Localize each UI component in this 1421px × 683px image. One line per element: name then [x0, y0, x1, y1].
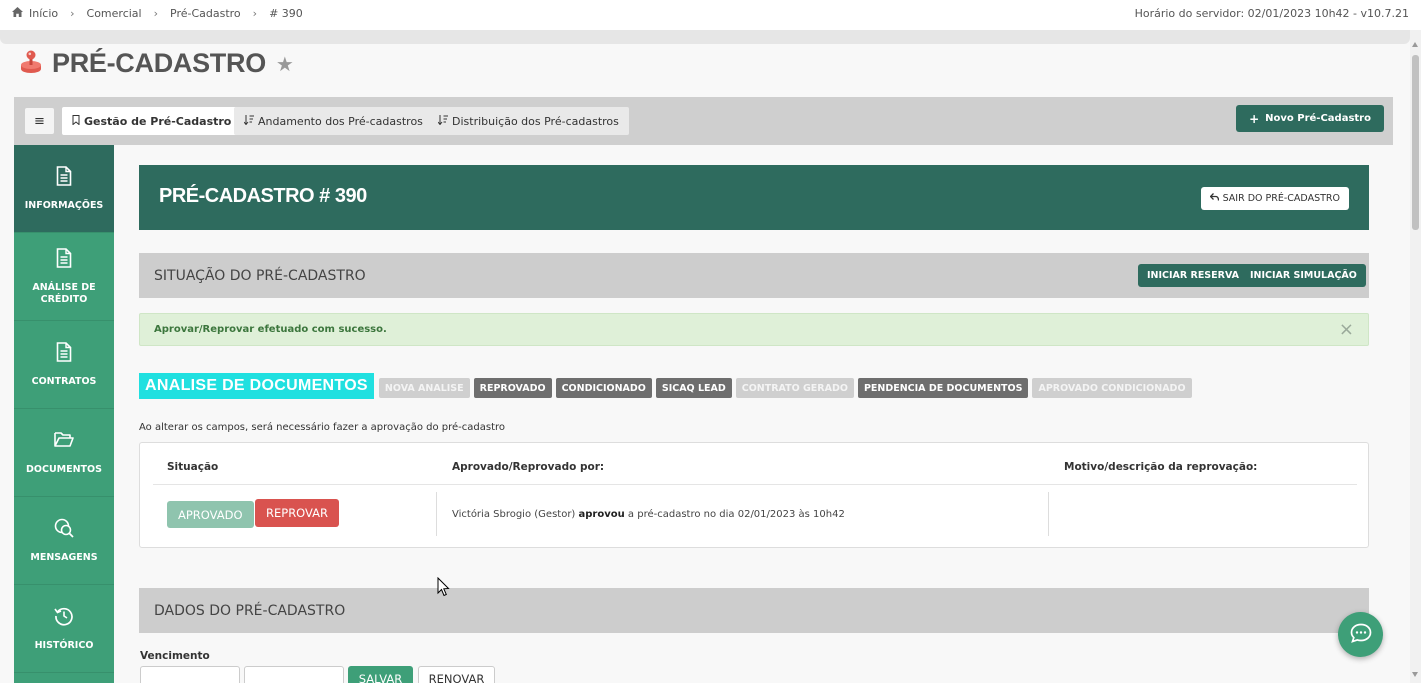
approval-table: Situação Aprovado/Reprovado por: Motivo/… [139, 442, 1369, 548]
alert-message: Aprovar/Reprovar efetuado com sucesso. [154, 324, 387, 335]
topbar-divider [0, 30, 1410, 44]
sidebar-item-mensagens[interactable]: MENSAGENS [14, 497, 114, 585]
status-title: SITUAÇÃO DO PRÉ-CADASTRO [154, 268, 366, 284]
plus-icon: + [1249, 111, 1260, 126]
top-bar: Início › Comercial › Pré-Cadastro › # 39… [0, 0, 1421, 30]
sort-icon [243, 114, 254, 128]
approved-button[interactable]: APROVADO [167, 501, 254, 528]
breadcrumb-pre-cadastro[interactable]: Pré-Cadastro [170, 7, 241, 20]
mouse-cursor-icon [437, 576, 450, 601]
sidebar-item-analise-credito[interactable]: ANÁLISE DE CRÉDITO [14, 233, 114, 321]
chip-pendencia-documentos[interactable]: PENDENCIA DE DOCUMENTOS [857, 378, 1029, 398]
star-icon[interactable]: ★ [276, 52, 294, 76]
tab-label: Distribuição dos Pré-cadastros [452, 114, 619, 128]
hamburger-icon[interactable]: ≡ [25, 108, 54, 134]
sidebar-item-historico[interactable]: HISTÓRICO [14, 585, 114, 673]
start-simulation-button[interactable]: INICIAR SIMULAÇÃO [1241, 264, 1366, 287]
server-time: Horário do servidor: 02/01/2023 10h42 - … [1134, 7, 1409, 20]
chip-condicionado[interactable]: CONDICIONADO [555, 378, 652, 398]
start-reservation-button[interactable]: INICIAR RESERVA [1138, 264, 1249, 287]
reject-button[interactable]: REPROVAR [255, 499, 340, 527]
chip-sicaq-lead[interactable]: SICAQ LEAD [655, 378, 732, 398]
chat-icon [1350, 623, 1372, 647]
page-title: PRÉ-CADASTRO [52, 48, 266, 78]
status-section: SITUAÇÃO DO PRÉ-CADASTRO INICIAR RESERVA… [139, 253, 1369, 298]
file-text-icon [56, 247, 72, 268]
tab-label: Gestão de Pré-Cadastro [84, 114, 232, 128]
analysis-title: ANALISE DE DOCUMENTOS [139, 373, 374, 399]
chevron-right-icon: › [252, 7, 258, 20]
success-alert: Aprovar/Reprovar efetuado com sucesso. × [139, 313, 1369, 346]
tab-gestao[interactable]: Gestão de Pré-Cadastro [62, 107, 242, 135]
sidebar-item-label: MENSAGENS [30, 551, 98, 563]
sort-icon [437, 114, 448, 128]
chevron-right-icon: › [70, 7, 75, 20]
approval-info: Victória Sbrogio (Gestor) aprovou a pré-… [452, 509, 845, 520]
scroll-thumb[interactable] [1412, 55, 1419, 230]
renew-button[interactable]: RENOVAR [418, 666, 495, 683]
folder-open-icon [54, 430, 74, 450]
pre-cadastro-title: PRÉ-CADASTRO # 390 [159, 185, 367, 207]
approval-action: aprovou [578, 509, 625, 520]
breadcrumb-current: # 390 [269, 7, 303, 20]
approval-note: Ao alterar os campos, será necessário fa… [139, 422, 506, 433]
sidebar-item-label: DOCUMENTOS [26, 463, 102, 475]
tab-label: Andamento dos Pré-cadastros [258, 114, 423, 128]
tab-distribuicao[interactable]: Distribuição dos Pré-cadastros [428, 107, 629, 135]
sidebar-item-label: ANÁLISE DE CRÉDITO [32, 281, 96, 305]
tab-andamento[interactable]: Andamento dos Pré-cadastros [234, 107, 433, 135]
column-divider [1048, 492, 1049, 536]
search-chat-icon [54, 518, 74, 538]
approver-name: Victória Sbrogio (Gestor) [452, 509, 576, 520]
sidebar-item-contratos[interactable]: CONTRATOS [14, 321, 114, 409]
table-divider [153, 484, 1357, 485]
pre-cadastro-header: PRÉ-CADASTRO # 390 SAIR DO PRÉ-CADASTRO [139, 165, 1369, 230]
bookmark-icon [72, 114, 80, 128]
col-by-header: Aprovado/Reprovado por: [452, 461, 605, 473]
close-icon[interactable]: × [1339, 319, 1354, 340]
chevron-right-icon: › [153, 7, 158, 20]
sidebar-item-label: HISTÓRICO [34, 639, 94, 651]
save-button[interactable]: SALVAR [348, 666, 413, 683]
breadcrumb-home[interactable]: Início [29, 7, 58, 20]
reply-icon [1209, 193, 1219, 204]
approval-date: a pré-cadastro no dia 02/01/2023 às 10h4… [627, 509, 845, 520]
exit-label: SAIR DO PRÉ-CADASTRO [1222, 193, 1340, 204]
page-header: PRÉ-CADASTRO ★ [18, 48, 294, 79]
chip-contrato-gerado[interactable]: CONTRATO GERADO [735, 378, 854, 398]
joystick-icon [18, 49, 44, 79]
col-status-header: Situação [167, 461, 219, 473]
new-button-label: Novo Pré-Cadastro [1265, 113, 1371, 124]
sidebar-item-documentos[interactable]: DOCUMENTOS [14, 409, 114, 497]
chip-nova-analise[interactable]: NOVA ANALISE [378, 378, 470, 398]
tab-bar: ≡ Gestão de Pré-Cadastro Andamento dos P… [14, 97, 1393, 145]
vencimento-label: Vencimento [140, 650, 210, 662]
sidebar-item-label: INFORMAÇÕES [24, 199, 104, 211]
file-text-icon [56, 341, 72, 362]
vencimento-time-field[interactable] [244, 666, 344, 683]
chip-reprovado[interactable]: REPROVADO [473, 378, 552, 398]
breadcrumb-comercial[interactable]: Comercial [87, 7, 142, 20]
column-divider [436, 492, 437, 536]
scroll-up-icon[interactable] [1412, 42, 1418, 47]
chip-aprovado-condicionado[interactable]: APROVADO CONDICIONADO [1032, 378, 1192, 398]
data-section: DADOS DO PRÉ-CADASTRO [139, 588, 1369, 633]
analysis-status-row: ANALISE DE DOCUMENTOS NOVA ANALISE REPRO… [139, 373, 1192, 399]
sidebar-item-label: CONTRATOS [31, 375, 97, 387]
vencimento-date-field[interactable] [140, 666, 240, 683]
home-icon[interactable] [12, 7, 23, 20]
breadcrumb: Início › Comercial › Pré-Cadastro › # 39… [12, 7, 303, 20]
sidebar-item-informacoes[interactable]: INFORMAÇÕES [14, 145, 114, 233]
col-reason-header: Motivo/descrição da reprovação: [1064, 461, 1258, 473]
file-text-icon [56, 165, 72, 186]
chat-button[interactable] [1338, 612, 1383, 657]
scroll-down-icon[interactable] [1412, 672, 1418, 677]
page-scrollbar[interactable] [1410, 30, 1421, 683]
data-title: DADOS DO PRÉ-CADASTRO [154, 603, 346, 619]
sidebar: INFORMAÇÕES ANÁLISE DE CRÉDITO CONTRATOS… [14, 145, 114, 683]
history-icon [54, 606, 74, 626]
new-pre-cadastro-button[interactable]: + Novo Pré-Cadastro [1236, 105, 1384, 132]
exit-pre-cadastro-button[interactable]: SAIR DO PRÉ-CADASTRO [1200, 187, 1349, 210]
